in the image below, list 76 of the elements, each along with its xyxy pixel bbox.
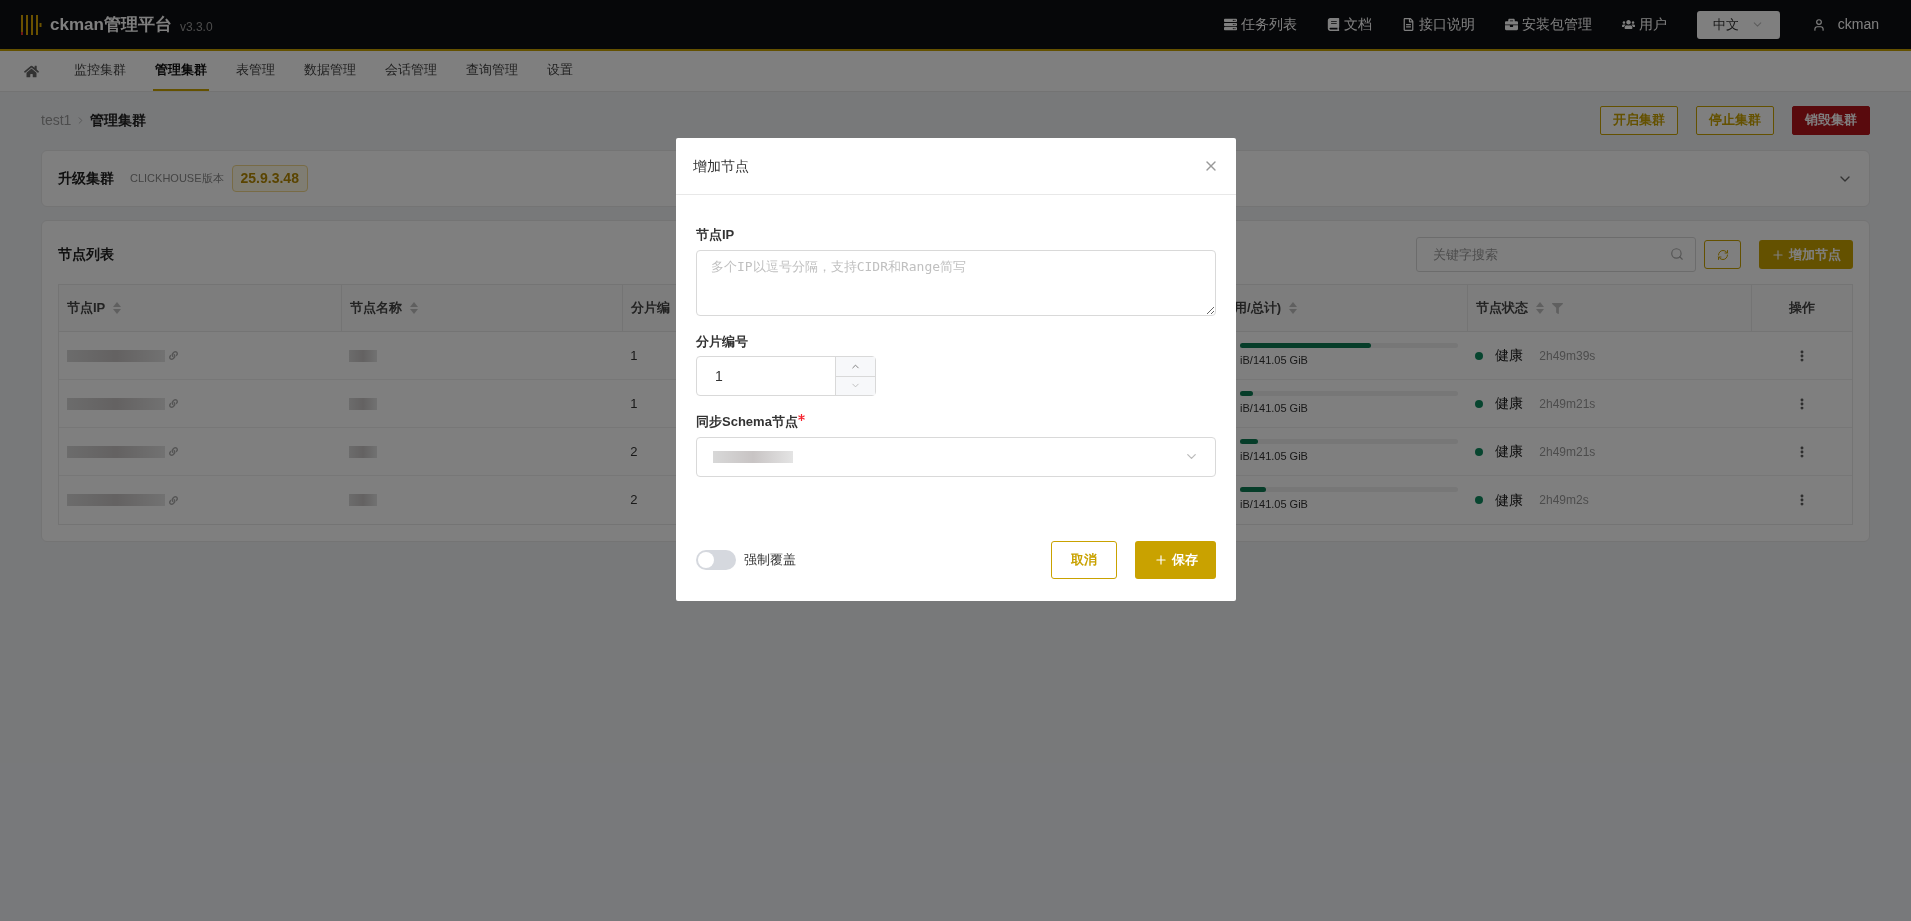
pixelated-block [349, 397, 378, 410]
force-toggle[interactable] [696, 550, 736, 570]
plus-icon [1771, 247, 1785, 262]
search-icon [1670, 247, 1684, 261]
table-cell-text: 2 [630, 442, 638, 461]
nav-tab[interactable]: 设置 [545, 51, 575, 91]
logo-icon [20, 13, 42, 36]
nav-tab[interactable]: 查询管理 [464, 51, 520, 91]
field-label: 节点IP [696, 226, 735, 244]
book-icon [1326, 18, 1340, 31]
nav-tab[interactable]: 数据管理 [302, 51, 358, 91]
sort-icon[interactable] [1536, 302, 1545, 314]
header-menu-link[interactable]: 文档 [1326, 14, 1372, 35]
user-name[interactable]: ckman [1837, 14, 1879, 35]
table-cell-text: 1 [630, 346, 638, 365]
nav-tab[interactable]: 管理集群 [153, 51, 209, 91]
column-header[interactable]: 节点IP [67, 298, 122, 318]
home-icon[interactable] [24, 63, 39, 79]
link-icon[interactable] [169, 495, 178, 505]
table-cell-text: iB/141.05 GiB [1240, 400, 1309, 416]
pixelated-block [349, 494, 378, 506]
nav-tab[interactable]: 会话管理 [383, 51, 439, 91]
field-label: 分片编号 [696, 332, 748, 351]
column-header[interactable]: 分片编 [631, 298, 671, 318]
ip-input-field[interactable]: 多个IP以逗号分隔，支持CIDR和Range简写 [696, 249, 1216, 316]
table-cell-text: iB/141.05 GiB [1240, 448, 1309, 464]
header-menu-link[interactable]: 安装包管理 [1504, 14, 1592, 35]
header-menu-link[interactable]: 接口说明 [1401, 14, 1475, 35]
card-title: 节点列表 [58, 245, 114, 264]
app-title: ckman管理平台 [50, 13, 172, 36]
breadcrumb-item: 管理集群 [90, 110, 147, 130]
action-button[interactable]: 销毁集群 [1792, 105, 1870, 135]
refresh-icon [1716, 248, 1729, 261]
status-text: 健康 [1495, 346, 1524, 365]
link-icon[interactable] [169, 399, 178, 408]
status-text: 健康 [1495, 442, 1524, 461]
nav-tab[interactable]: 表管理 [234, 51, 277, 91]
card-title: 升级集群 [58, 169, 114, 188]
filter-icon[interactable] [1552, 302, 1564, 314]
save-button[interactable]: 保存 [1135, 541, 1216, 579]
refresh-button[interactable] [1704, 240, 1741, 269]
column-header[interactable]: 节点名称 [350, 298, 419, 318]
link-icon[interactable] [169, 351, 178, 360]
toggle-label: 强制覆盖 [744, 551, 796, 570]
link-icon[interactable] [169, 447, 178, 456]
status-text: 健康 [1495, 490, 1524, 510]
number-input-field[interactable]: 1 [696, 356, 876, 396]
table-cell-text: iB/141.05 GiB [1240, 352, 1309, 368]
sort-icon[interactable] [1289, 302, 1297, 314]
version-label: CLICKHOUSE版本 [130, 171, 224, 187]
document-icon [1401, 18, 1415, 31]
pixelated-block [349, 445, 378, 458]
header-menu-link[interactable]: 任务列表 [1223, 14, 1297, 35]
table-cell-text: 1 [630, 394, 638, 413]
plus-icon [1153, 553, 1168, 567]
version-text: v3.3.0 [179, 18, 213, 36]
table-cell-text: 2 [630, 491, 638, 510]
header-menu-link[interactable]: 用户 [1621, 14, 1667, 35]
select-field[interactable] [696, 436, 1216, 477]
column-header[interactable]: 节点状态 [1476, 298, 1564, 318]
nav-tab[interactable]: 监控集群 [72, 51, 128, 91]
version-badge: 25.9.3.48 [231, 165, 308, 192]
users-icon [1621, 18, 1635, 31]
briefcase-icon [1504, 18, 1518, 31]
sort-icon[interactable] [113, 302, 122, 314]
dialog-title: 增加节点 [693, 156, 749, 176]
cancel-button[interactable]: 取消 [1051, 541, 1117, 579]
table-cell-text: iB/141.05 GiB [1240, 497, 1309, 513]
language-select[interactable]: 中文 [1696, 10, 1780, 39]
field-label: 同步Schema节点 [696, 413, 798, 431]
sort-icon[interactable] [410, 302, 419, 314]
server-icon [1223, 18, 1237, 31]
pixelated-block [349, 349, 378, 362]
user-icon [1811, 17, 1826, 32]
status-text: 健康 [1495, 394, 1524, 413]
column-header[interactable]: 操作 [1789, 298, 1816, 318]
